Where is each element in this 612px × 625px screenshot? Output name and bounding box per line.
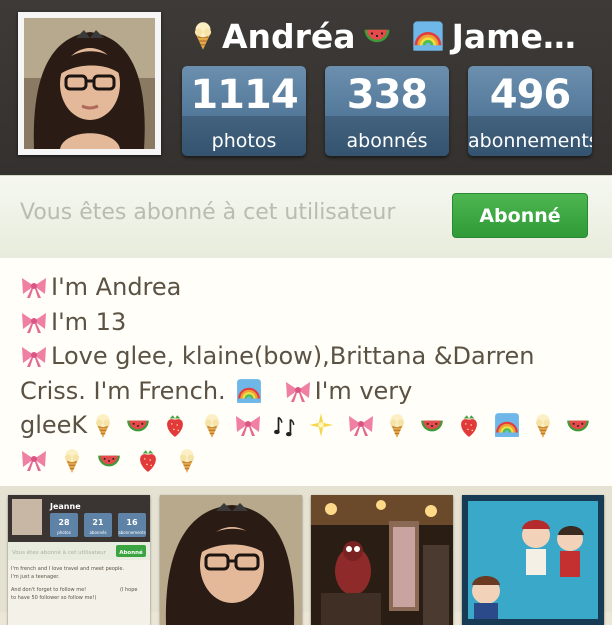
stat-following-label: abonnements: [468, 130, 592, 152]
photo-thumbnail[interactable]: [311, 495, 453, 625]
ice-cream-icon: [64, 448, 80, 474]
bio-line: I'm Andrea: [20, 270, 600, 305]
following-button[interactable]: Abonné: [452, 193, 588, 238]
watermelon-icon: [127, 420, 150, 432]
thumb-stat-count: 21: [92, 518, 104, 527]
rainbow-icon: [411, 20, 444, 52]
ribbon-icon: [347, 413, 375, 437]
bio-text: I'm 13: [51, 307, 127, 336]
ribbon-icon: [20, 310, 48, 334]
username-text-2: Jame…: [451, 16, 576, 56]
username-text: Andréa: [222, 16, 356, 56]
stat-followers[interactable]: 338 abonnés: [325, 66, 449, 156]
watermelon-icon: [98, 455, 120, 467]
thumb-bio-text: And don't forget to follow me!: [11, 587, 86, 593]
bio-text: Criss. I'm French.: [20, 376, 226, 405]
photo-thumbnail[interactable]: Jeanne 28 21 16 photos abonnés abonnemen…: [8, 495, 150, 625]
thumbnail-image: [311, 495, 453, 625]
strawberry-icon: [140, 450, 156, 472]
stat-followers-label: abonnés: [346, 130, 428, 152]
bio-line: [20, 443, 600, 478]
thumb-bio-text: I'm just a teenager.: [11, 574, 60, 580]
bio-text: gleeK: [20, 411, 88, 439]
thumbnail-image: [160, 495, 302, 625]
bio-text: I'm very: [314, 376, 413, 405]
watermelon-icon: [421, 420, 444, 432]
thumb-bio-text: (I hope: [120, 587, 138, 593]
thumb-username: Jeanne: [49, 502, 81, 511]
bio-line: gleeK: [20, 408, 600, 443]
ice-cream-icon: [95, 413, 111, 439]
ribbon-icon: [20, 275, 48, 299]
stat-photos-label: photos: [211, 130, 277, 152]
stat-following-count: 496: [489, 72, 572, 118]
profile-username: Andréa Jame…: [188, 12, 598, 60]
ice-cream-icon: [389, 413, 405, 439]
ribbon-icon: [20, 344, 48, 368]
stat-photos[interactable]: 1114 photos: [182, 66, 306, 156]
bio-line: Love glee, klaine(bow),Brittana &Darren: [20, 339, 600, 374]
thumb-bio-text: to have 50 follower so follow me!): [11, 595, 96, 601]
ribbon-icon: [284, 379, 312, 403]
watermelon-icon: [364, 29, 390, 43]
photo-thumbnail[interactable]: [160, 495, 302, 625]
profile-header: Andréa Jame… 1114 photos 338 abonnés 496…: [0, 0, 612, 175]
ice-cream-icon: [204, 413, 220, 439]
strawberry-icon: [461, 415, 478, 438]
ribbon-icon: [20, 448, 48, 472]
rainbow-icon: [494, 412, 521, 439]
profile-avatar[interactable]: [18, 12, 161, 155]
thumbnail-image: Jeanne 28 21 16 photos abonnés abonnemen…: [8, 495, 150, 625]
photo-grid: Jeanne 28 21 16 photos abonnés abonnemen…: [0, 487, 612, 625]
thumb-follow-button: Abonné: [119, 549, 143, 556]
profile-bio: I'm Andrea I'm 13 Love glee, klaine(bow)…: [0, 258, 612, 487]
thumb-stat-count: 16: [126, 518, 138, 527]
stat-photos-count: 1114: [190, 72, 298, 118]
ice-cream-icon: [194, 21, 212, 51]
ribbon-icon: [234, 413, 262, 437]
ice-cream-icon: [179, 448, 195, 474]
thumb-stat-label: photos: [57, 530, 71, 535]
music-notes-icon: [273, 416, 295, 438]
bio-text: I'm Andrea: [51, 273, 182, 301]
follow-status-text: Vous êtes abonné à cet utilisateur: [20, 200, 396, 225]
bio-line: I'm 13: [20, 305, 600, 340]
rainbow-icon: [235, 377, 262, 404]
sparkle-icon: [309, 413, 334, 438]
thumb-follow-text: Vous êtes abonné à cet utilisateur: [12, 549, 107, 556]
ice-cream-icon: [535, 413, 551, 439]
photo-thumbnail[interactable]: [462, 495, 604, 625]
thumb-stat-count: 28: [58, 518, 70, 527]
avatar-photo: [24, 18, 155, 149]
thumb-bio-text: I'm french and I love travel and meet pe…: [11, 566, 125, 572]
stat-following[interactable]: 496 abonnements: [468, 66, 592, 156]
thumbnail-image: [462, 495, 604, 625]
bio-text: Love glee, klaine(bow),Brittana &Darren: [51, 342, 535, 370]
thumb-stat-label: abonnements: [118, 530, 146, 535]
thumb-stat-label: abonnés: [89, 530, 106, 535]
stat-followers-count: 338: [346, 72, 429, 118]
bio-line: Criss. I'm French. I'm very: [20, 374, 600, 409]
watermelon-icon: [567, 420, 590, 432]
strawberry-icon: [167, 415, 184, 438]
